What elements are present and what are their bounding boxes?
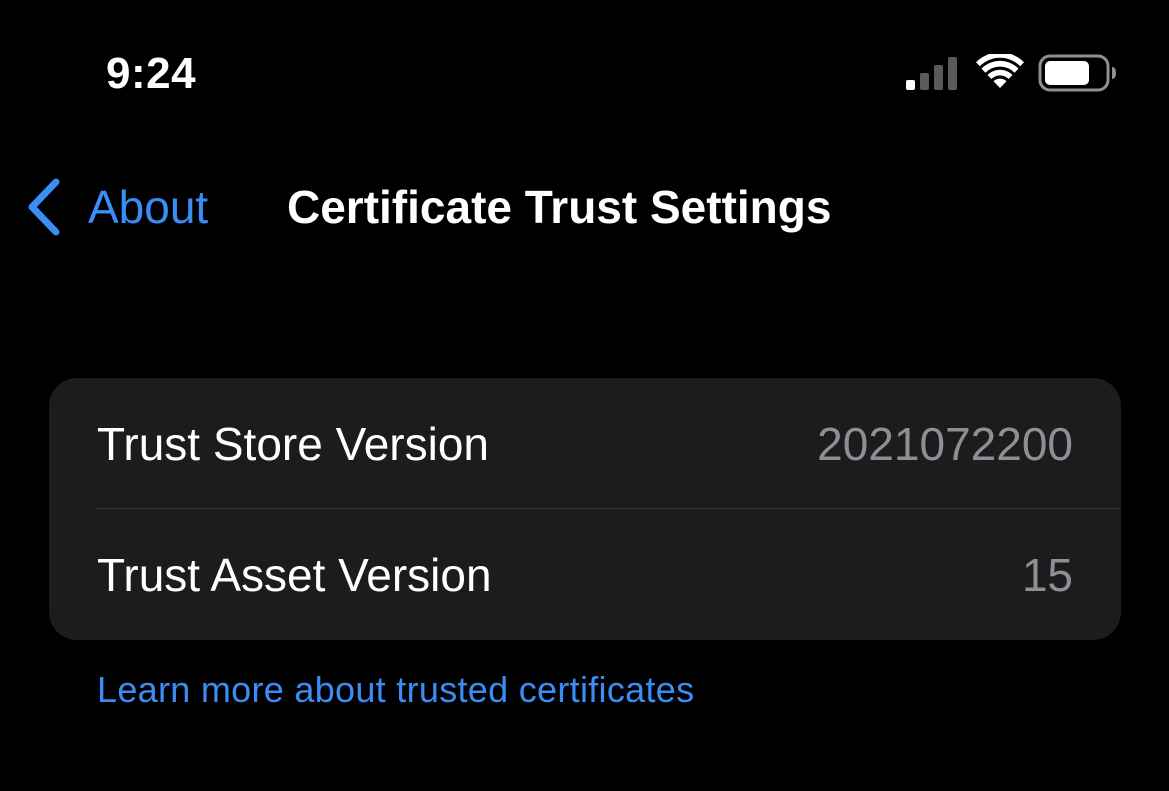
trust-asset-version-label: Trust Asset Version	[97, 548, 492, 601]
learn-more-link[interactable]: Learn more about trusted certificates	[97, 666, 694, 714]
trust-asset-version-row: Trust Asset Version 15	[49, 509, 1121, 640]
trust-asset-version-value: 15	[1021, 548, 1073, 601]
battery-icon	[1038, 54, 1118, 97]
trust-store-version-label: Trust Store Version	[97, 417, 490, 470]
back-button-label: About	[88, 181, 209, 233]
trust-info-group: Trust Store Version 2021072200 Trust Ass…	[49, 378, 1121, 640]
status-time: 9:24	[106, 49, 197, 98]
trust-store-version-row: Trust Store Version 2021072200	[49, 378, 1121, 509]
status-icons	[904, 52, 1119, 92]
trust-store-version-value: 2021072200	[817, 417, 1073, 470]
page-title: Certificate Trust Settings	[287, 181, 832, 233]
signal-icon	[904, 56, 960, 95]
back-button[interactable]: About	[24, 172, 208, 242]
chevron-left-icon	[24, 178, 62, 236]
wifi-icon	[976, 52, 1024, 95]
